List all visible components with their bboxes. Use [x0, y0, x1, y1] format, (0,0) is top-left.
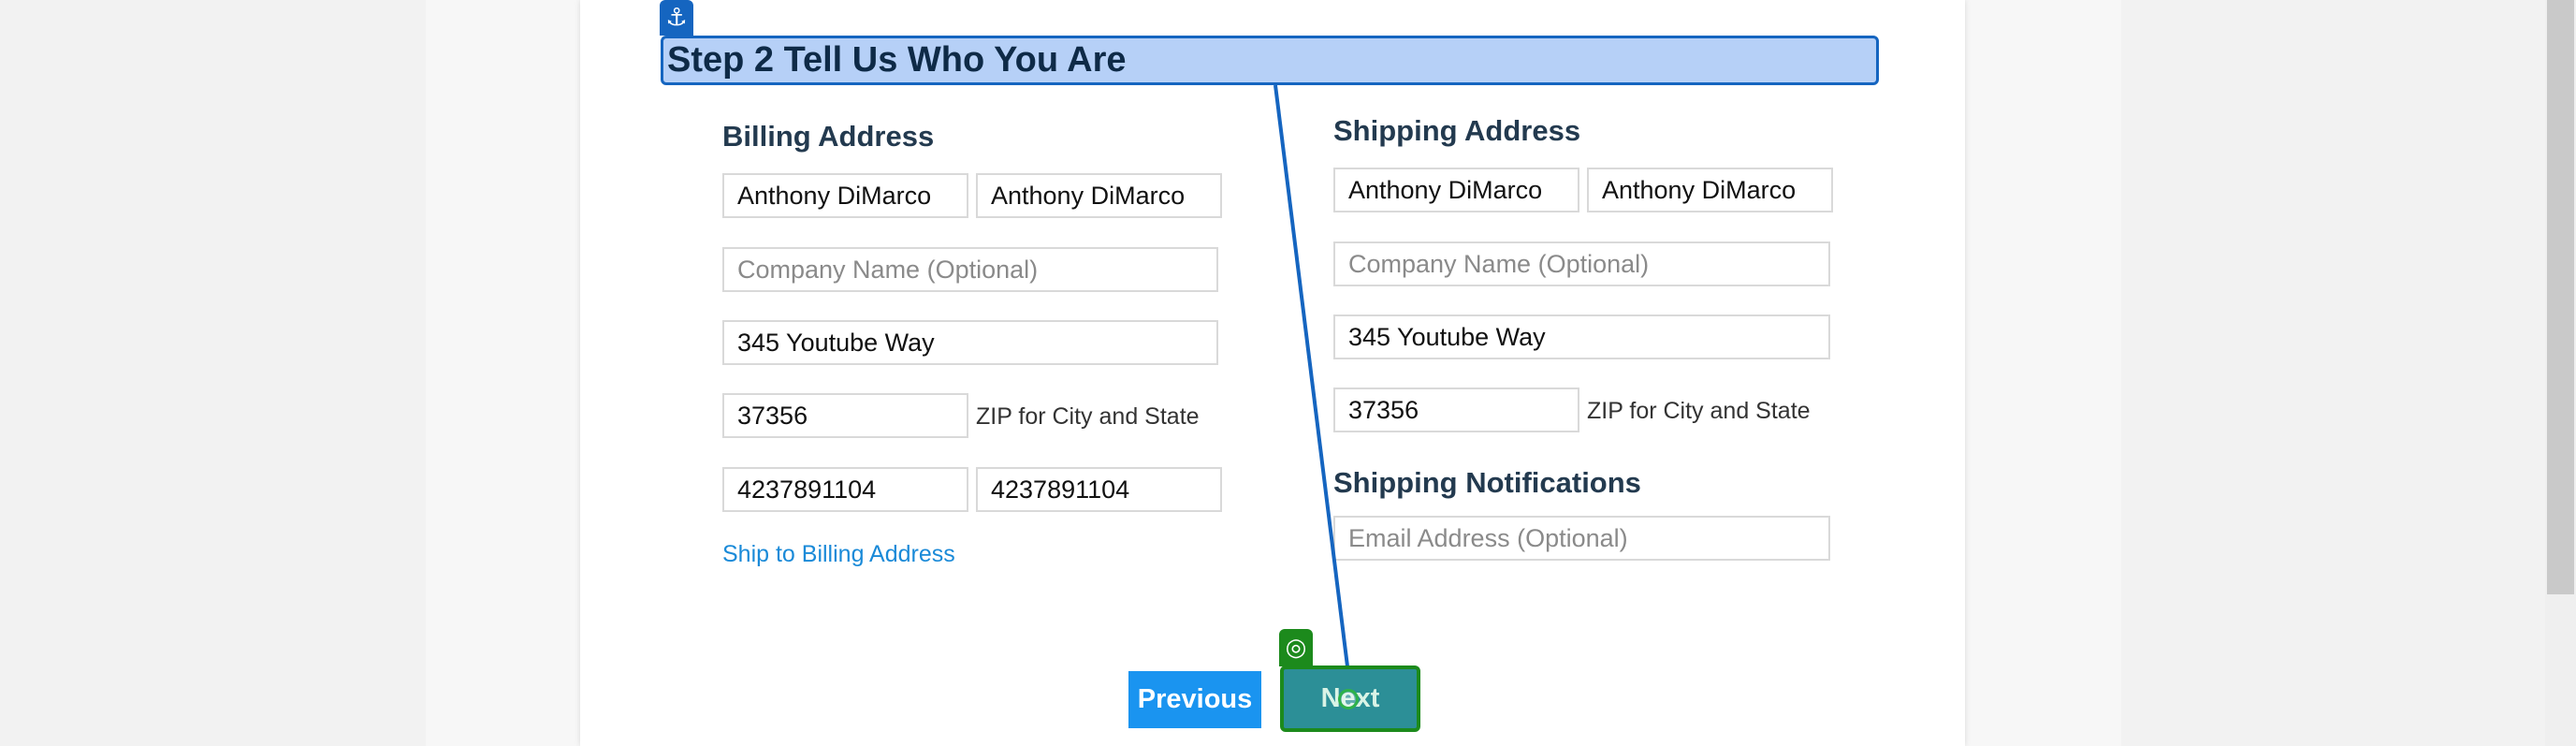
- checkout-card: [580, 0, 1965, 746]
- cursor-marker: [1338, 689, 1359, 709]
- shipping-zip-hint: ZIP for City and State: [1587, 398, 1811, 424]
- billing-last-name-input[interactable]: [976, 173, 1222, 218]
- scrollbar-thumb[interactable]: [2547, 0, 2574, 594]
- billing-first-name-input[interactable]: [722, 173, 968, 218]
- billing-zip-hint: ZIP for City and State: [976, 403, 1200, 430]
- step-title: Step 2 Tell Us Who You Are: [667, 40, 1127, 80]
- billing-phone-alt-input[interactable]: [976, 467, 1222, 512]
- shipping-zip-input[interactable]: [1333, 388, 1579, 432]
- viewport: ⚓ Step 2 Tell Us Who You Are Billing Add…: [0, 0, 2576, 746]
- billing-company-input[interactable]: [722, 247, 1218, 292]
- anchor-icon: ⚓: [660, 0, 693, 36]
- step-header: Step 2 Tell Us Who You Are: [661, 36, 1879, 85]
- shipping-street-input[interactable]: [1333, 314, 1830, 359]
- notifications-heading: Shipping Notifications: [1333, 466, 1641, 499]
- billing-street-input[interactable]: [722, 320, 1218, 365]
- billing-zip-input[interactable]: [722, 393, 968, 438]
- shipping-company-input[interactable]: [1333, 241, 1830, 286]
- ship-to-billing-link[interactable]: Ship to Billing Address: [722, 541, 955, 568]
- billing-heading: Billing Address: [722, 120, 935, 153]
- shipping-last-name-input[interactable]: [1587, 168, 1833, 212]
- shipping-first-name-input[interactable]: [1333, 168, 1579, 212]
- notification-email-input[interactable]: [1333, 516, 1830, 561]
- previous-button[interactable]: Previous: [1128, 671, 1261, 728]
- target-icon: ◎: [1279, 629, 1313, 666]
- shipping-heading: Shipping Address: [1333, 114, 1581, 147]
- billing-phone-input[interactable]: [722, 467, 968, 512]
